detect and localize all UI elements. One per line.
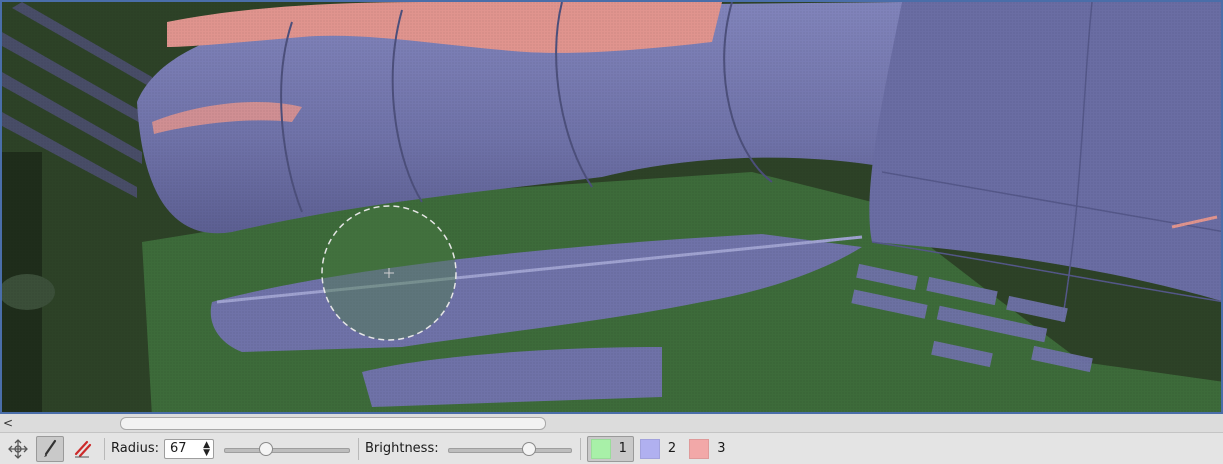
labeled-image xyxy=(2,2,1221,412)
toolbar-separator xyxy=(579,437,581,460)
toolbar-separator xyxy=(357,437,359,460)
radius-label: Radius: xyxy=(111,441,159,456)
toolbar-separator xyxy=(104,437,105,460)
brush-cursor xyxy=(321,205,457,341)
scrollbar-track[interactable] xyxy=(16,416,1221,430)
label-1-swatch xyxy=(590,438,611,459)
brightness-slider-handle[interactable] xyxy=(522,441,537,456)
eraser-tool-button[interactable] xyxy=(68,436,96,462)
segmentation-toolbar: Radius: 67 ▲ ▼ Brightness: 1 2 3 xyxy=(0,433,1223,464)
label-3-button[interactable]: 3 xyxy=(685,436,732,462)
radius-slider-groove xyxy=(223,447,350,453)
move-tool-button[interactable] xyxy=(4,436,32,462)
label-3-text: 3 xyxy=(717,441,726,456)
spin-arrows-icon[interactable]: ▲ ▼ xyxy=(203,440,210,457)
brightness-slider-groove xyxy=(447,447,572,453)
horizontal-scrollbar[interactable]: < xyxy=(0,414,1223,433)
label-2-text: 2 xyxy=(667,441,677,456)
brush-icon xyxy=(44,439,57,457)
scroll-left-button[interactable]: < xyxy=(2,415,14,431)
radius-spinbox[interactable]: 67 ▲ ▼ xyxy=(163,438,214,459)
label-1-button[interactable]: 1 xyxy=(586,435,634,462)
brush-tool-button[interactable] xyxy=(36,435,64,462)
brightness-slider[interactable] xyxy=(447,439,572,459)
segmentation-canvas[interactable] xyxy=(0,0,1223,414)
label-2-swatch xyxy=(639,438,660,459)
move-crosshair-icon xyxy=(8,438,28,459)
label-2-button[interactable]: 2 xyxy=(636,436,683,462)
label-1-text: 1 xyxy=(618,441,627,456)
scrollbar-thumb[interactable] xyxy=(120,417,546,430)
eraser-icon xyxy=(74,440,92,457)
radius-value: 67 xyxy=(169,441,187,456)
label-3-swatch xyxy=(689,438,710,459)
radius-slider-handle[interactable] xyxy=(258,441,273,456)
brightness-label: Brightness: xyxy=(364,441,439,456)
radius-slider[interactable] xyxy=(223,439,350,459)
